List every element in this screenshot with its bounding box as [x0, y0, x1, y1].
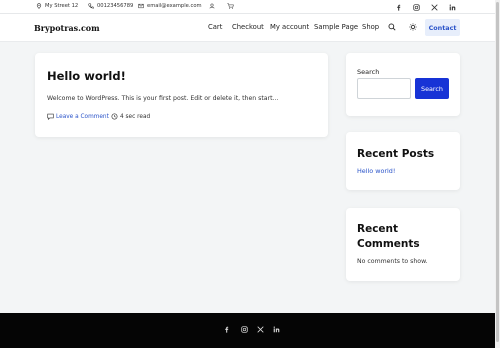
leave-comment-link[interactable]: Leave a Comment — [47, 113, 109, 120]
recent-comments-title-line2: Comments — [357, 238, 420, 250]
user-icon[interactable] — [209, 3, 215, 9]
email-item[interactable]: email@example.com — [138, 3, 202, 9]
recent-comments-title-line1: Recent — [357, 223, 399, 235]
search-input[interactable] — [357, 78, 411, 99]
linkedin-icon[interactable] — [447, 2, 457, 12]
search-icon[interactable] — [387, 22, 397, 32]
theme-toggle-icon[interactable] — [408, 22, 418, 32]
site-logo[interactable]: Brypotras.com — [34, 23, 100, 33]
page-scrollbar[interactable] — [495, 0, 500, 348]
phone-icon — [88, 3, 94, 9]
post-card: Hello world! Welcome to WordPress. This … — [35, 53, 328, 137]
address-item: My Street 12 — [36, 3, 78, 9]
recent-comments-widget: Recent Comments No comments to show. — [346, 208, 460, 281]
map-pin-icon — [36, 3, 42, 9]
facebook-icon[interactable] — [394, 2, 404, 12]
top-bar: My Street 12 00123456789 email@example.c… — [0, 0, 500, 14]
read-time-text: 4 sec read — [120, 113, 151, 120]
read-time: 4 sec read — [111, 113, 150, 120]
nav-item-sample-page[interactable]: Sample Page — [314, 23, 358, 31]
x-icon[interactable] — [255, 324, 265, 334]
site-header: Brypotras.com Cart Checkout My account S… — [0, 14, 500, 42]
linkedin-icon[interactable] — [271, 324, 281, 334]
comment-icon — [47, 113, 54, 120]
post-excerpt: Welcome to WordPress. This is your first… — [47, 95, 279, 102]
nav-item-checkout[interactable]: Checkout — [232, 23, 264, 31]
search-widget: Search Search — [346, 53, 460, 116]
phone-item[interactable]: 00123456789 — [88, 3, 133, 9]
search-label: Search — [357, 68, 380, 76]
recent-post-link[interactable]: Hello world! — [357, 167, 395, 175]
search-button[interactable]: Search — [415, 78, 449, 99]
nav-item-my-account[interactable]: My account — [270, 23, 309, 31]
address-text: My Street 12 — [45, 3, 79, 9]
post-title[interactable]: Hello world! — [47, 69, 126, 83]
recent-posts-title: Recent Posts — [357, 148, 435, 160]
site-footer — [0, 313, 500, 348]
mail-icon — [138, 3, 144, 9]
nav-item-shop[interactable]: Shop — [362, 23, 379, 31]
recent-posts-widget: Recent Posts Hello world! — [346, 132, 460, 190]
phone-text: 00123456789 — [97, 3, 134, 9]
instagram-icon[interactable] — [239, 324, 249, 334]
scrollbar-thumb[interactable] — [496, 2, 499, 342]
cart-icon[interactable] — [227, 3, 234, 9]
contact-button[interactable]: Contact — [425, 19, 460, 36]
nav-item-cart[interactable]: Cart — [208, 23, 222, 31]
x-icon[interactable] — [429, 2, 439, 12]
email-text: email@example.com — [147, 3, 202, 9]
instagram-icon[interactable] — [411, 2, 421, 12]
leave-comment-text: Leave a Comment — [56, 113, 109, 120]
clock-icon — [111, 113, 118, 120]
no-comments-text: No comments to show. — [357, 258, 428, 265]
facebook-icon[interactable] — [222, 324, 232, 334]
